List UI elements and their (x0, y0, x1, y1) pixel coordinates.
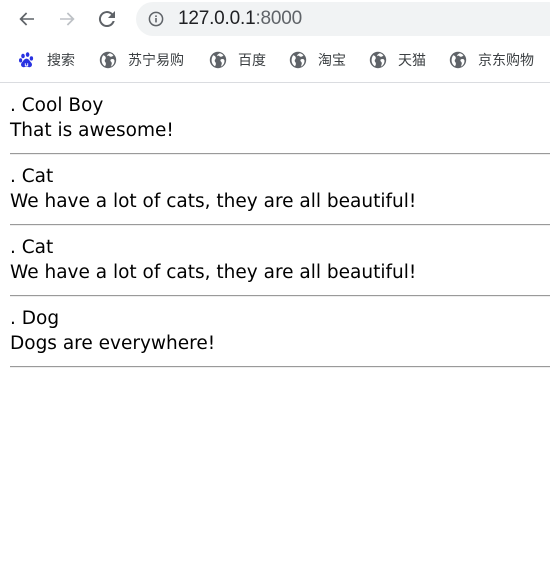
url-text[interactable]: 127.0.0.1:8000 (178, 8, 302, 30)
post-item: . Dog Dogs are everywhere! (10, 306, 550, 356)
bookmark-suning[interactable]: 苏宁易购 (99, 38, 184, 82)
back-arrow-icon (19, 12, 34, 26)
bookmark-label: 搜索 (47, 53, 75, 69)
url-host: 127.0.0.1 (178, 8, 256, 29)
post-body: Dogs are everywhere! (10, 333, 216, 354)
bookmark-label: 百度 (238, 53, 266, 69)
globe-icon (289, 51, 307, 69)
browser-toolbar: 127.0.0.1:8000 (0, 0, 550, 38)
globe-icon (369, 51, 387, 69)
post-body: That is awesome! (10, 120, 174, 141)
bookmark-taobao[interactable]: 淘宝 (289, 38, 346, 82)
address-bar[interactable]: 127.0.0.1:8000 (136, 2, 550, 36)
forward-button[interactable] (54, 6, 80, 32)
post-body: We have a lot of cats, they are all beau… (10, 191, 417, 212)
bookmark-search[interactable]: 搜索 (18, 38, 75, 82)
globe-icon (99, 51, 117, 69)
reload-icon (98, 11, 115, 28)
baidu-paw-icon (18, 51, 36, 69)
post-divider (10, 224, 550, 226)
bookmark-baidu[interactable]: 百度 (209, 38, 266, 82)
forward-arrow-icon (60, 12, 75, 26)
post-item: . Cool Boy That is awesome! (10, 93, 550, 143)
post-title: . Dog (10, 308, 60, 329)
reload-button[interactable] (94, 6, 120, 32)
post-title: . Cat (10, 237, 54, 258)
post-divider (10, 153, 550, 155)
post-divider (10, 366, 550, 368)
post-item: . Cat We have a lot of cats, they are al… (10, 235, 550, 285)
post-title: . Cool Boy (10, 95, 104, 116)
bookmark-label: 苏宁易购 (128, 53, 184, 69)
globe-icon (449, 51, 467, 69)
globe-icon (209, 51, 227, 69)
bookmark-label: 京东购物 (478, 53, 534, 69)
bookmark-jd[interactable]: 京东购物 (449, 38, 534, 82)
post-title: . Cat (10, 166, 54, 187)
bookmark-tmall[interactable]: 天猫 (369, 38, 426, 82)
info-icon[interactable] (148, 11, 164, 27)
page-content: . Cool Boy That is awesome! . Cat We hav… (0, 83, 550, 368)
bookmark-label: 淘宝 (318, 53, 346, 69)
post-body: We have a lot of cats, they are all beau… (10, 262, 417, 283)
bookmarks-bar: 搜索 苏宁易购 百度 淘宝 天猫 京东购物 (0, 38, 550, 83)
bookmark-label: 天猫 (398, 53, 426, 69)
back-button[interactable] (14, 6, 40, 32)
url-port: :8000 (255, 8, 302, 29)
post-item: . Cat We have a lot of cats, they are al… (10, 164, 550, 214)
post-divider (10, 295, 550, 297)
